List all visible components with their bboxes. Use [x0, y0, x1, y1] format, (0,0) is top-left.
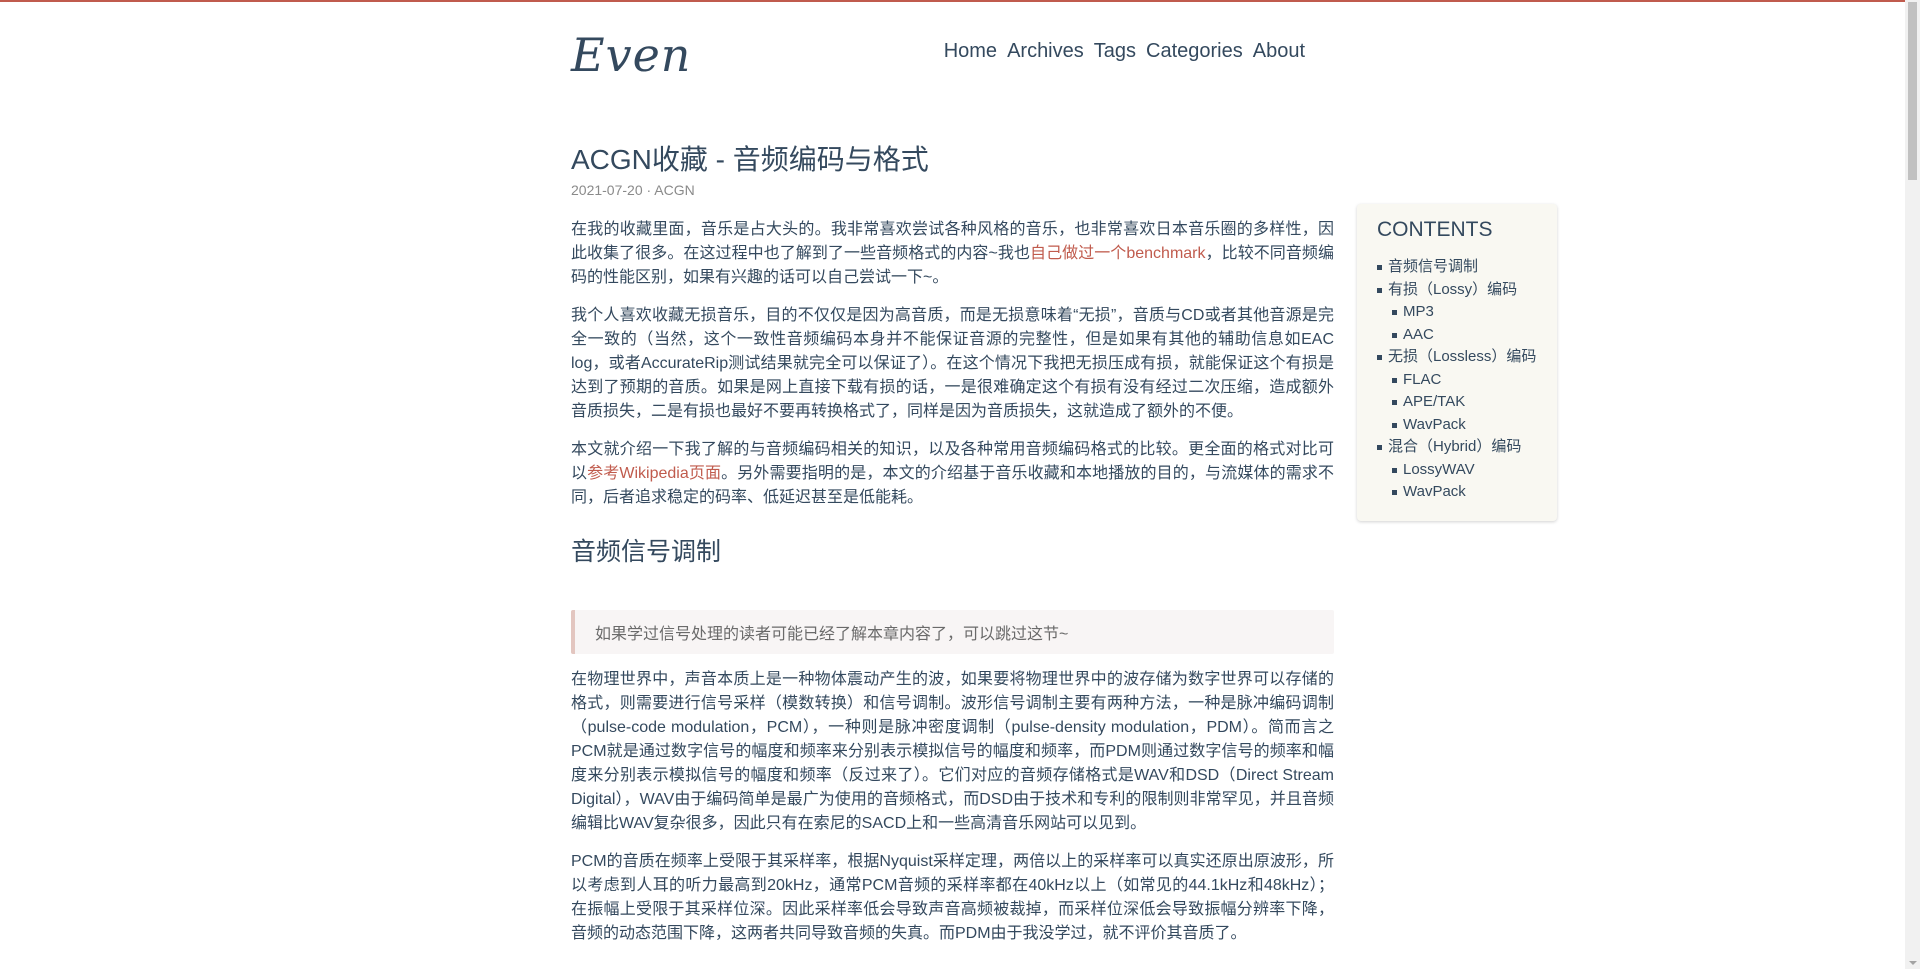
toc-list: 音频信号调制 有损（Lossy）编码 MP3 AAC 无损（Lossless）编…	[1377, 256, 1536, 504]
benchmark-link[interactable]: 自己做过一个benchmark	[1030, 245, 1206, 262]
toc-subitem[interactable]: FLAC	[1377, 369, 1536, 392]
nav-home[interactable]: Home	[944, 40, 997, 63]
toc-title: CONTENTS	[1377, 218, 1493, 241]
nav-about[interactable]: About	[1253, 40, 1305, 63]
toc-subitem[interactable]: MP3	[1377, 301, 1536, 324]
nav-archives[interactable]: Archives	[1007, 40, 1084, 63]
paragraph-intro: 在我的收藏里面，音乐是占大头的。我非常喜欢尝试各种风格的音乐，也非常喜欢日本音乐…	[571, 218, 1334, 290]
scrollbar-thumb[interactable]	[1908, 2, 1917, 180]
scroll-down-arrow-icon[interactable]	[1909, 961, 1917, 965]
meta-separator: ·	[642, 182, 655, 198]
nav-tags[interactable]: Tags	[1094, 40, 1136, 63]
section-heading: 音频信号调制	[571, 538, 722, 566]
post-meta: 2021-07-20 · ACGN	[571, 182, 1334, 198]
table-of-contents: CONTENTS 音频信号调制 有损（Lossy）编码 MP3 AAC 无损（L…	[1357, 204, 1557, 521]
post-date: 2021-07-20	[571, 182, 643, 198]
toc-subitem[interactable]: AAC	[1377, 324, 1536, 347]
paragraph-overview: 本文就介绍一下我了解的与音频编码相关的知识，以及各种常用音频编码格式的比较。更全…	[571, 438, 1334, 510]
paragraph-modulation: 在物理世界中，声音本质上是一种物体震动产生的波，如果要将物理世界中的波存储为数字…	[571, 671, 1334, 832]
blockquote: 如果学过信号处理的读者可能已经了解本章内容了，可以跳过这节~	[571, 610, 1334, 654]
wikipedia-link[interactable]: 参考Wikipedia页面	[587, 465, 721, 482]
post-category[interactable]: ACGN	[654, 182, 694, 198]
nav-categories[interactable]: Categories	[1146, 40, 1243, 63]
toc-subitem[interactable]: LossyWAV	[1377, 459, 1536, 482]
toc-item[interactable]: 混合（Hybrid）编码	[1377, 436, 1536, 459]
toc-item[interactable]: 无损（Lossless）编码	[1377, 346, 1536, 369]
top-accent-line	[0, 0, 1905, 2]
toc-item[interactable]: 音频信号调制	[1377, 256, 1536, 279]
paragraph-lossless: 我个人喜欢收藏无损音乐，目的不仅仅是因为高音质，而是无损意味着“无损”，音质与C…	[571, 307, 1334, 420]
quote-text: 如果学过信号处理的读者可能已经了解本章内容了，可以跳过这节~	[595, 626, 1069, 643]
toc-subitem[interactable]: WavPack	[1377, 481, 1536, 504]
post-content: ACGN收藏 - 音频编码与格式 2021-07-20 · ACGN 在我的收藏…	[571, 140, 1334, 946]
toc-subitem[interactable]: WavPack	[1377, 414, 1536, 437]
toc-item[interactable]: 有损（Lossy）编码	[1377, 279, 1536, 302]
site-header: Even Home Archives Tags Categories About	[571, 28, 1305, 88]
page-scrollbar[interactable]	[1905, 0, 1920, 969]
paragraph-pcm: PCM的音质在频率上受限于其采样率，根据Nyquist采样定理，两倍以上的采样率…	[571, 853, 1334, 942]
site-logo[interactable]: Even	[571, 28, 691, 82]
toc-subitem[interactable]: APE/TAK	[1377, 391, 1536, 414]
main-nav: Home Archives Tags Categories About	[944, 40, 1305, 63]
post-title: ACGN收藏 - 音频编码与格式	[571, 144, 929, 175]
